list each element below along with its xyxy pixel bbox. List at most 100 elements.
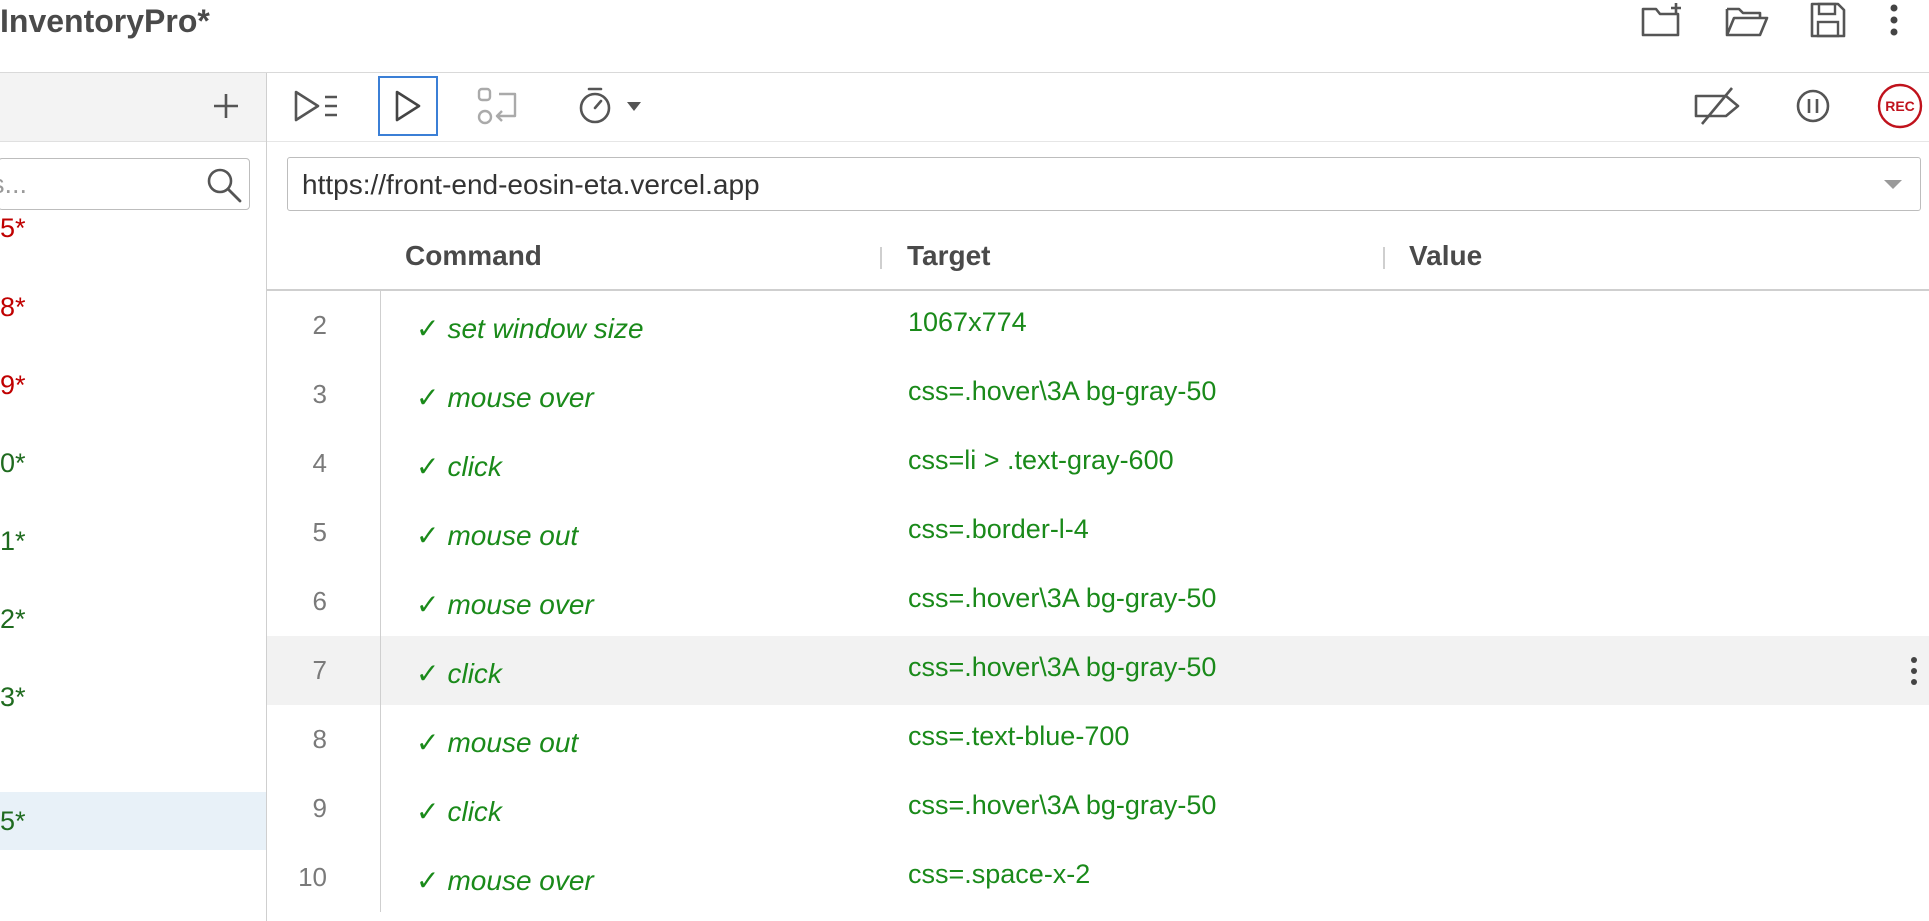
save-icon[interactable]: [1802, 0, 1854, 40]
row-divider: [380, 498, 381, 567]
row-command: ✓ mouse out: [416, 501, 578, 570]
new-folder-icon[interactable]: [1637, 0, 1689, 40]
add-test-button[interactable]: [206, 86, 246, 126]
row-number: 3: [312, 379, 327, 409]
row-divider: [380, 360, 381, 429]
row-command-text: set window size: [447, 313, 644, 344]
row-command-text: click: [447, 796, 502, 827]
chevron-down-icon[interactable]: [1882, 176, 1904, 192]
open-folder-icon[interactable]: [1721, 0, 1773, 40]
check-icon: ✓: [416, 451, 440, 482]
row-command-text: mouse over: [447, 865, 594, 896]
command-row-selected[interactable]: 7 ✓ click css=.hover\3A bg-gray-50: [267, 636, 1929, 705]
check-icon: ✓: [416, 382, 440, 413]
run-all-icon[interactable]: [287, 76, 347, 136]
check-icon: ✓: [416, 313, 440, 344]
row-command-text: mouse over: [447, 589, 594, 620]
row-command: ✓ mouse out: [416, 708, 578, 777]
column-resizer[interactable]: [880, 247, 882, 269]
row-number: 6: [312, 586, 327, 616]
row-command-text: mouse over: [447, 382, 594, 413]
check-icon: ✓: [416, 796, 440, 827]
check-icon: ✓: [416, 520, 440, 551]
row-target: 1067x774: [908, 307, 1027, 337]
column-header-value[interactable]: Value: [1409, 223, 1482, 289]
row-number: 8: [312, 724, 327, 754]
row-target: css=.hover\3A bg-gray-50: [908, 376, 1217, 406]
command-row[interactable]: 5 ✓ mouse out css=.border-l-4: [267, 498, 1929, 567]
row-target: css=.hover\3A bg-gray-50: [908, 652, 1217, 682]
command-row[interactable]: 6 ✓ mouse over css=.hover\3A bg-gray-50: [267, 567, 1929, 636]
row-number: 9: [312, 793, 327, 823]
check-icon: ✓: [416, 727, 440, 758]
row-number: 2: [312, 310, 327, 340]
sidebar-test-item[interactable]: 8*: [0, 278, 266, 336]
row-divider: [380, 705, 381, 774]
row-command: ✓ click: [416, 777, 502, 846]
command-row[interactable]: 9 ✓ click css=.hover\3A bg-gray-50: [267, 774, 1929, 843]
command-row[interactable]: 4 ✓ click css=li > .text-gray-600: [267, 429, 1929, 498]
row-target: css=.hover\3A bg-gray-50: [908, 583, 1217, 613]
row-command: ✓ click: [416, 639, 502, 708]
check-icon: ✓: [416, 658, 440, 689]
sidebar-test-item[interactable]: 5*: [0, 199, 266, 257]
row-command-text: mouse out: [447, 520, 579, 551]
row-target: css=.space-x-2: [908, 859, 1091, 889]
more-vertical-icon[interactable]: [1868, 0, 1920, 40]
command-row[interactable]: 8 ✓ mouse out css=.text-blue-700: [267, 705, 1929, 774]
row-command: ✓ click: [416, 432, 502, 501]
row-command: ✓ mouse over: [416, 846, 594, 915]
row-target: css=li > .text-gray-600: [908, 445, 1174, 475]
column-header-command[interactable]: Command: [405, 223, 542, 289]
row-command: ✓ mouse over: [416, 570, 594, 639]
column-resizer[interactable]: [1383, 247, 1385, 269]
sidebar-test-item[interactable]: 9*: [0, 356, 266, 414]
row-divider: [380, 429, 381, 498]
disable-breakpoints-icon[interactable]: [1688, 76, 1748, 136]
check-icon: ✓: [416, 589, 440, 620]
check-icon: ✓: [416, 865, 440, 896]
row-command-text: click: [447, 658, 502, 689]
record-label: REC: [1885, 98, 1915, 114]
base-url-box: [287, 157, 1921, 212]
speed-icon[interactable]: [575, 76, 651, 136]
app-header: InventoryPro*: [0, 0, 1929, 73]
command-row[interactable]: 2 ✓ set window size 1067x774: [267, 291, 1929, 360]
row-command: ✓ set window size: [416, 294, 644, 363]
row-number: 7: [312, 655, 327, 685]
row-command-text: mouse out: [447, 727, 579, 758]
editor-toolbar: REC: [267, 73, 1929, 142]
command-row[interactable]: 10 ✓ mouse over css=.space-x-2: [267, 843, 1929, 912]
row-divider: [380, 567, 381, 636]
base-url-input[interactable]: [300, 158, 1864, 212]
column-header-target[interactable]: Target: [907, 223, 991, 289]
sidebar-test-item[interactable]: 1*: [0, 512, 266, 570]
row-number: 4: [312, 448, 327, 478]
row-command-text: click: [447, 451, 502, 482]
command-table-body: 2 ✓ set window size 1067x774 3 ✓ mouse ove…: [267, 291, 1929, 921]
step-icon[interactable]: [469, 76, 529, 136]
row-more-icon[interactable]: [1899, 654, 1929, 688]
row-number: 5: [312, 517, 327, 547]
sidebar-test-item-selected[interactable]: 5*: [0, 792, 266, 850]
row-divider: [380, 636, 381, 705]
row-target: css=.text-blue-700: [908, 721, 1130, 751]
row-target: css=.hover\3A bg-gray-50: [908, 790, 1217, 820]
test-editor: REC Command Target Value 2 ✓set window s…: [267, 73, 1929, 921]
run-current-icon[interactable]: [378, 76, 438, 136]
sidebar-test-item[interactable]: 3*: [0, 668, 266, 726]
test-sidebar: 5* 8* 9* 0* 1* 2* 3* 5*: [0, 73, 267, 921]
record-icon[interactable]: REC: [1871, 76, 1929, 136]
command-table-header: Command Target Value: [267, 223, 1929, 291]
sidebar-header: [0, 73, 266, 142]
command-row[interactable]: 3 ✓ mouse over css=.hover\3A bg-gray-50: [267, 360, 1929, 429]
sidebar-test-item[interactable]: 2*: [0, 590, 266, 648]
row-divider: [380, 774, 381, 843]
row-target: css=.border-l-4: [908, 514, 1089, 544]
row-divider: [380, 291, 381, 360]
project-title: InventoryPro*: [0, 3, 210, 39]
pause-icon[interactable]: [1783, 76, 1843, 136]
sidebar-test-item[interactable]: 0*: [0, 434, 266, 492]
row-number: 10: [298, 862, 327, 892]
row-command: ✓ mouse over: [416, 363, 594, 432]
